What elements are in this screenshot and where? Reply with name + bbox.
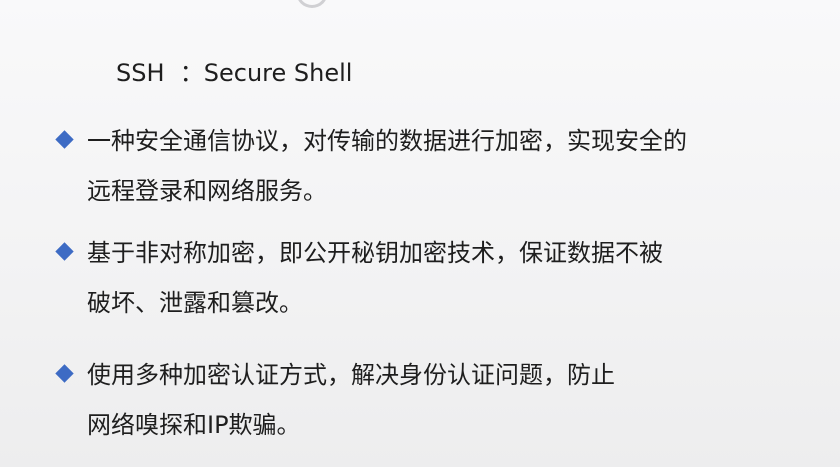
bullet-text-line: 使用多种加密认证方式，解决身份认证问题，防止 [87,361,615,389]
cursor-mark-icon [296,0,328,8]
bullet-text-line: 基于非对称加密，即公开秘钥加密技术，保证数据不被 [87,239,663,267]
diamond-bullet-icon [55,364,74,383]
bullet-text-line: 破坏、泄露和篡改。 [87,289,303,317]
bullet-text-line: 远程登录和网络服务。 [87,177,327,205]
slide-title: SSH ：Secure Shell [116,59,353,87]
slide: SSH ：Secure Shell 一种安全通信协议，对传输的数据进行加密，实现… [0,0,840,467]
bullet-text-line: 一种安全通信协议，对传输的数据进行加密，实现安全的 [87,127,687,155]
bullet-text-line: 网络嗅探和IP欺骗。 [87,411,301,439]
diamond-bullet-icon [55,242,74,261]
diamond-bullet-icon [55,130,74,149]
